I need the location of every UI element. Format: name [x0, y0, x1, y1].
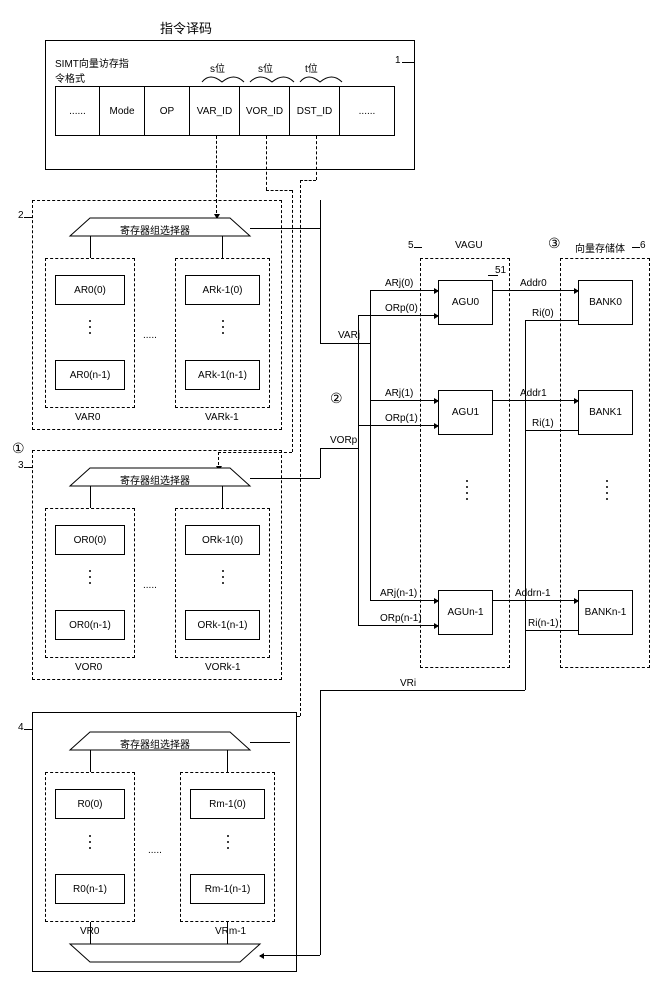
instr-field-mode: Mode: [100, 86, 145, 136]
vdots-icon: [600, 480, 614, 500]
bank1: BANK1: [578, 390, 633, 435]
diagram-title: 指令译码: [160, 18, 212, 37]
instr-field-vorid: VOR_ID: [240, 86, 290, 136]
callout-3: 3: [18, 460, 24, 471]
vagu-title: VAGU: [455, 240, 483, 251]
vdots-icon: [216, 570, 230, 584]
vri-label: VRi: [400, 678, 416, 689]
callout-5: 5: [408, 240, 414, 251]
vdots-icon: [83, 570, 97, 584]
ri0: Ri(0): [532, 308, 554, 319]
vr-selector-label: 寄存器组选择器: [120, 736, 190, 751]
vor-selector-label: 寄存器组选择器: [120, 472, 190, 487]
callout-4: 4: [18, 722, 24, 733]
addr1: Addr1: [520, 388, 547, 399]
hdots: .....: [148, 845, 162, 856]
brace-icons: [200, 72, 345, 84]
callout-6: 6: [640, 240, 646, 251]
circled-2: ②: [330, 390, 343, 407]
vor0-label: VOR0: [75, 662, 102, 673]
vdots-icon: [221, 835, 235, 849]
bank0: BANK0: [578, 280, 633, 325]
instr-field-6: ......: [340, 86, 395, 136]
instr-format-name: SIMT向量访存指令格式: [55, 55, 135, 85]
var-ark-n1: ARk-1(n-1): [185, 360, 260, 390]
vr-r0-n1: R0(n-1): [55, 874, 125, 904]
vor-or0-0: OR0(0): [55, 525, 125, 555]
var-ar0-0: AR0(0): [55, 275, 125, 305]
rin: Ri(n-1): [528, 618, 559, 629]
hdots: .....: [143, 330, 157, 341]
vork-label: VORk-1: [205, 662, 241, 673]
callout-2: 2: [18, 210, 24, 221]
orpn: ORp(n-1): [380, 613, 422, 624]
agu1: AGU1: [438, 390, 493, 435]
instr-fields: ...... Mode OP VAR_ID VOR_ID DST_ID ....…: [55, 86, 395, 136]
orp1: ORp(1): [385, 413, 418, 424]
vdots-icon: [460, 480, 474, 500]
circled-3: ③: [548, 235, 561, 252]
var0-label: VAR0: [75, 412, 100, 423]
vr-r0-0: R0(0): [55, 789, 125, 819]
agu0: AGU0: [438, 280, 493, 325]
instr-field-0: ......: [55, 86, 100, 136]
ri1: Ri(1): [532, 418, 554, 429]
hdots: .....: [143, 580, 157, 591]
orp0: ORp(0): [385, 303, 418, 314]
instr-field-op: OP: [145, 86, 190, 136]
arj0: ARj(0): [385, 278, 413, 289]
callout-1: 1: [395, 55, 401, 66]
addrn: Addrn-1: [515, 588, 551, 599]
vdots-icon: [216, 320, 230, 334]
mem-title: 向量存储体: [575, 240, 625, 255]
vr-rm-n1: Rm-1(n-1): [190, 874, 265, 904]
var-selector-label: 寄存器组选择器: [120, 222, 190, 237]
arj1: ARj(1): [385, 388, 413, 399]
instr-field-varid: VAR_ID: [190, 86, 240, 136]
vr-mux: [70, 944, 260, 964]
bankn: BANKn-1: [578, 590, 633, 635]
vrm-label: VRm-1: [215, 926, 246, 937]
arjn: ARj(n-1): [380, 588, 417, 599]
circled-1: ①: [12, 440, 25, 457]
agun: AGUn-1: [438, 590, 493, 635]
varj-label: VARj: [338, 330, 360, 341]
var-ark-0: ARk-1(0): [185, 275, 260, 305]
vor-or0-n1: OR0(n-1): [55, 610, 125, 640]
instr-field-dstid: DST_ID: [290, 86, 340, 136]
vdots-icon: [83, 320, 97, 334]
vark-label: VARk-1: [205, 412, 239, 423]
vorp-label: VORp: [330, 435, 357, 446]
vr-rm-0: Rm-1(0): [190, 789, 265, 819]
vdots-icon: [83, 835, 97, 849]
vor-ork-0: ORk-1(0): [185, 525, 260, 555]
vor-ork-n1: ORk-1(n-1): [185, 610, 260, 640]
addr0: Addr0: [520, 278, 547, 289]
var-ar0-n1: AR0(n-1): [55, 360, 125, 390]
